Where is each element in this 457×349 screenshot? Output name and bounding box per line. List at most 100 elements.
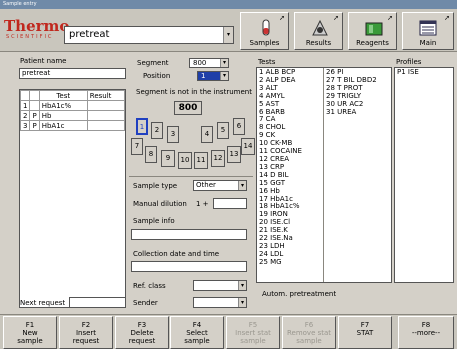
fkey-f4-button[interactable]: F4 Select sample: [170, 316, 224, 349]
sender-select[interactable]: ▾: [193, 297, 247, 308]
dilution-label: Manual dilution: [133, 200, 187, 208]
tests-list[interactable]: 1 ALB BCP 2 ALP DEA 3 ALT 4 AMYL 5 AST 6 BARB…: [256, 67, 392, 283]
fkey-key: F2: [81, 321, 91, 329]
tube-icon: [262, 19, 270, 36]
fkey-f7-button[interactable]: F7 STAT: [338, 316, 392, 349]
fkey-f2-button[interactable]: F2 Insert request: [59, 316, 113, 349]
column-divider: [323, 68, 324, 282]
nav-main-button[interactable]: ➚ Main: [402, 12, 454, 50]
fkey-f6-button[interactable]: F6 Remove stat sample: [282, 316, 336, 349]
tests-column-2[interactable]: 26 PI 27 T BIL DBD2 28 T PROT 29 TRIGLY 30 U…: [326, 68, 377, 117]
header-test: Test: [38, 90, 88, 101]
fkey-key: F3: [137, 321, 147, 329]
sample-info-input[interactable]: [131, 229, 247, 240]
segment-rack: 1 2 3 4 5 6 7 8 9 10 11 12 13 14: [131, 118, 255, 173]
fkey-key: F1: [25, 321, 35, 329]
arrow-icon: ➚: [333, 14, 339, 22]
sample-type-select[interactable]: Other ▾: [193, 180, 247, 191]
position-9[interactable]: 9: [161, 150, 175, 167]
row-no: 3: [19, 120, 31, 131]
next-request-label: Next request: [20, 299, 66, 307]
table-row[interactable]: 3 P HbA1c: [19, 120, 126, 131]
fkey-label: sample: [240, 337, 266, 345]
position-14[interactable]: 14: [241, 138, 255, 155]
position-1[interactable]: 1: [136, 118, 148, 135]
dilution-prefix: 1 +: [196, 200, 209, 208]
fkey-label: Insert: [75, 329, 97, 337]
next-request-input[interactable]: [69, 297, 126, 308]
position-13[interactable]: 13: [227, 146, 241, 163]
nav-results-label: Results: [305, 39, 332, 47]
nav-samples-label: Samples: [249, 39, 280, 47]
chevron-down-icon[interactable]: ▾: [223, 27, 233, 43]
position-6[interactable]: 6: [233, 118, 245, 135]
fkey-f3-button[interactable]: F3 Delete request: [115, 316, 169, 349]
patient-name-input[interactable]: pretreat: [19, 68, 126, 79]
test-item[interactable]: 25 MG: [259, 258, 302, 267]
nav-samples-button[interactable]: ➚ Samples: [240, 12, 289, 50]
test-selector[interactable]: pretreat ▾: [64, 26, 234, 44]
profiles-list[interactable]: P1 ISE: [394, 67, 454, 283]
chevron-down-icon[interactable]: ▾: [238, 181, 246, 190]
segment-value: 800: [193, 59, 207, 67]
row-flag: P: [29, 120, 40, 131]
fkey-label: --more--: [411, 329, 441, 337]
dilution-input[interactable]: [213, 198, 247, 209]
header-flag: [29, 90, 40, 101]
position-2[interactable]: 2: [151, 122, 163, 139]
table-row[interactable]: 2 P Hb: [19, 110, 126, 121]
fkey-f8-button[interactable]: F8 --more--: [398, 316, 454, 349]
main-menu-icon: [419, 20, 437, 36]
collection-label: Collection date and time: [133, 250, 220, 258]
position-8[interactable]: 8: [145, 146, 157, 163]
sample-type-label: Sample type: [133, 182, 178, 190]
position-11[interactable]: 11: [194, 152, 208, 169]
sender-label: Sender: [133, 299, 158, 307]
position-7[interactable]: 7: [131, 138, 143, 155]
position-3[interactable]: 3: [167, 126, 179, 143]
profile-item[interactable]: P1 ISE: [397, 68, 419, 77]
autom-pretreatment-label: Autom. pretreatment: [262, 290, 337, 298]
reagents-icon: [365, 22, 383, 36]
nav-results-button[interactable]: ➚ Results: [294, 12, 343, 50]
position-select[interactable]: 1 ▾: [197, 71, 229, 81]
requests-panel: Test Result 1 HbA1c% 2 P Hb 3 P HbA1c: [19, 89, 126, 308]
tests-label: Tests: [258, 58, 276, 66]
nav-main-label: Main: [419, 39, 437, 47]
fkey-label: Insert stat: [235, 329, 271, 337]
chevron-down-icon[interactable]: ▾: [238, 281, 246, 290]
fkey-label: Delete: [130, 329, 154, 337]
fkey-key: F4: [192, 321, 202, 329]
chevron-down-icon[interactable]: ▾: [238, 298, 246, 307]
position-4[interactable]: 4: [201, 126, 213, 143]
fkey-label: request: [128, 337, 156, 345]
fkey-key: F5: [248, 321, 258, 329]
fkey-label: STAT: [356, 329, 374, 337]
header-result: Result: [86, 90, 126, 101]
row-no: 2: [19, 110, 31, 121]
fkey-key: F6: [304, 321, 314, 329]
nav-reagents-button[interactable]: ➚ Reagents: [348, 12, 397, 50]
thermo-logo-sub: SCIENTIFIC: [6, 34, 54, 40]
ref-class-select[interactable]: ▾: [193, 280, 247, 291]
segment-notice: Segment is not in the instrument: [136, 88, 252, 96]
fkey-f1-button[interactable]: F1 New sample: [3, 316, 57, 349]
row-no: 1: [19, 100, 31, 111]
position-12[interactable]: 12: [211, 150, 225, 167]
segment-select[interactable]: 800 ▾: [189, 58, 229, 68]
position-5[interactable]: 5: [217, 122, 229, 139]
arrow-icon: ➚: [387, 14, 393, 22]
fkey-label: sample: [296, 337, 322, 345]
table-row[interactable]: 1 HbA1c%: [19, 100, 126, 111]
collection-input[interactable]: [131, 261, 247, 272]
position-10[interactable]: 10: [178, 152, 192, 169]
tests-column-1[interactable]: 1 ALB BCP 2 ALP DEA 3 ALT 4 AMYL 5 AST 6 BARB…: [259, 68, 302, 267]
chevron-down-icon[interactable]: ▾: [220, 72, 228, 80]
arrow-icon: ➚: [444, 14, 450, 22]
patient-name-label: Patient name: [20, 57, 67, 65]
segment-display: 800: [174, 101, 202, 115]
fkey-f5-button[interactable]: F5 Insert stat sample: [226, 316, 280, 349]
chevron-down-icon[interactable]: ▾: [220, 59, 228, 67]
test-item[interactable]: 31 UREA: [326, 108, 377, 117]
test-selector-value: pretreat: [69, 29, 110, 40]
